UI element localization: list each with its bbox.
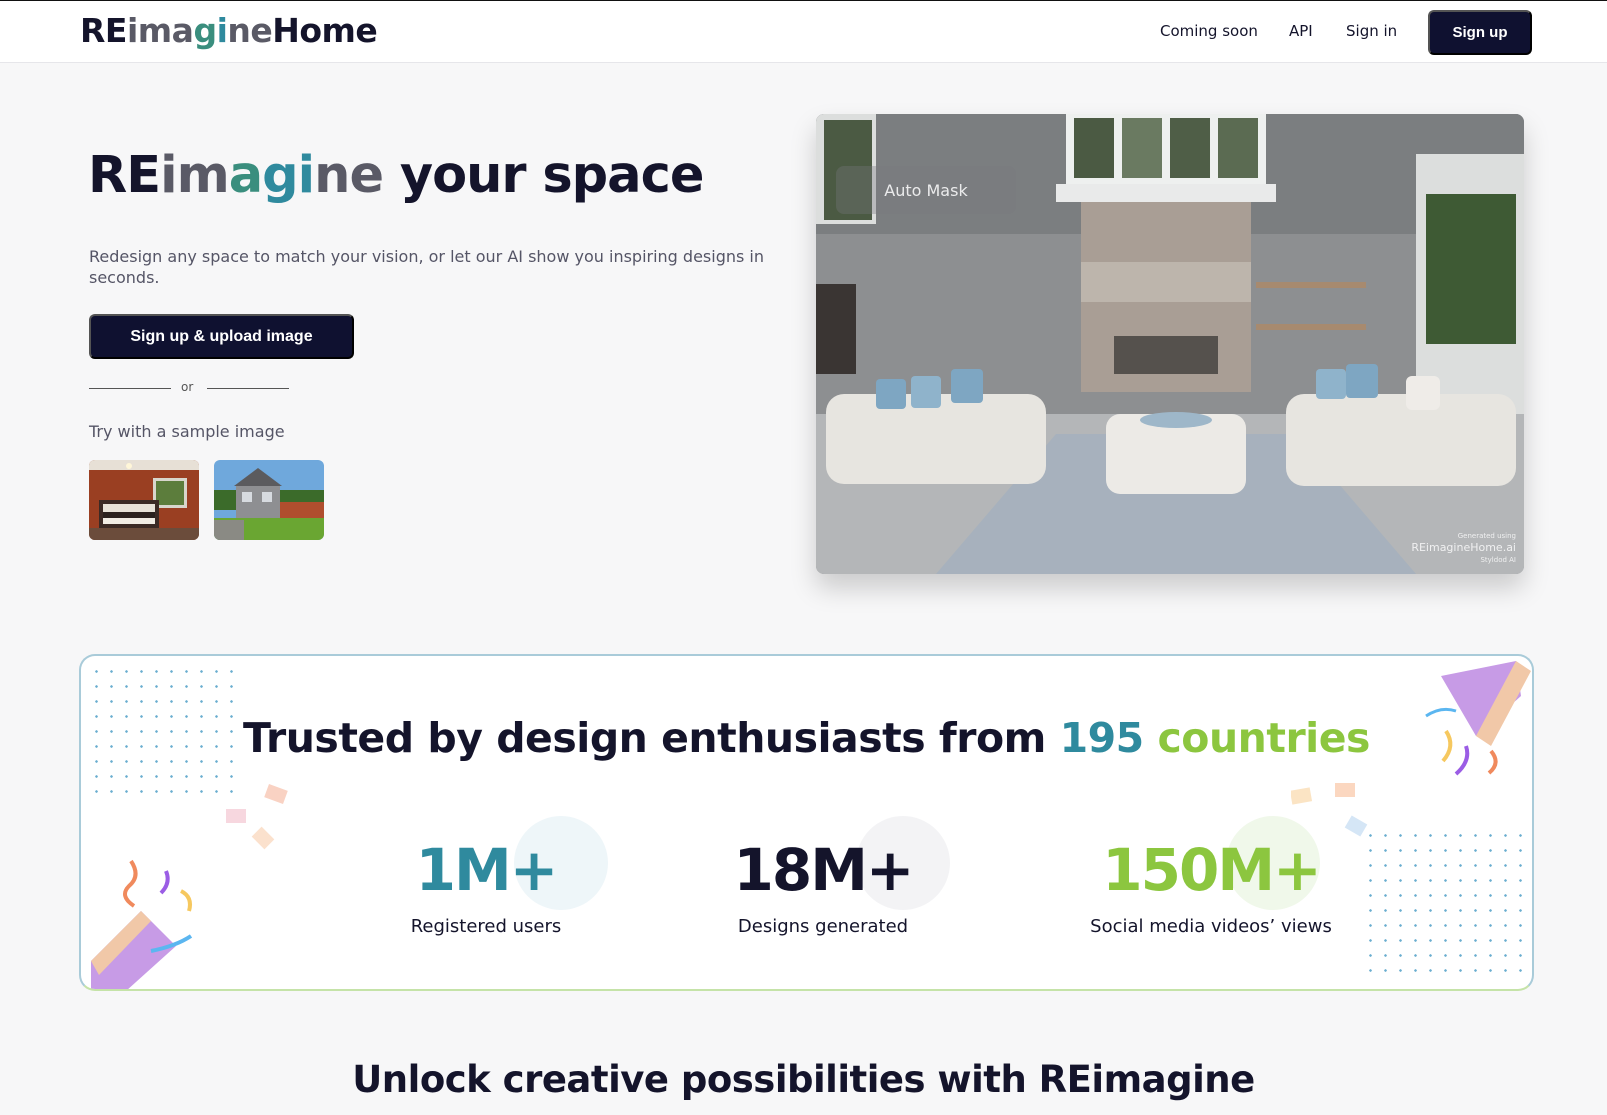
hero-title-part: im bbox=[160, 146, 230, 205]
trusted-stats-card: Trusted by design enthusiasts from 195 c… bbox=[79, 654, 1534, 991]
house-thumbnail-image bbox=[214, 460, 324, 540]
logo-part: ne bbox=[227, 11, 273, 50]
confetti-icon bbox=[226, 784, 288, 850]
trusted-title-text: Trusted by design enthusiasts from bbox=[243, 714, 1060, 762]
stat-label: Designs generated bbox=[737, 916, 909, 937]
trusted-title-number: 195 bbox=[1059, 714, 1145, 762]
stat-registered-users: 1M+ Registered users bbox=[336, 816, 636, 937]
hero-subtitle: Redesign any space to match your vision,… bbox=[89, 247, 765, 287]
stat-value: 1M+ bbox=[415, 836, 559, 904]
or-divider: or bbox=[89, 380, 289, 396]
hero-title-part: your space bbox=[383, 146, 705, 205]
nav-sign-in[interactable]: Sign in bbox=[1346, 22, 1397, 40]
logo-part: i bbox=[216, 11, 228, 50]
sample-image-bedroom[interactable] bbox=[89, 460, 199, 540]
dot-pattern bbox=[1363, 828, 1528, 978]
trusted-title-countries: countries bbox=[1143, 714, 1370, 762]
unlock-section-heading: Unlock creative possibilities with REima… bbox=[352, 1058, 1255, 1101]
image-watermark: Generated using REimagineHome.ai Styldod… bbox=[1411, 530, 1516, 566]
stat-label: Social media videos’ views bbox=[1090, 916, 1332, 937]
watermark-main-text: REimagineHome.ai bbox=[1411, 541, 1516, 554]
party-popper-icon bbox=[91, 859, 193, 989]
hero-title-part: RE bbox=[88, 146, 161, 205]
stat-designs-generated: 18M+ Designs generated bbox=[673, 816, 973, 937]
logo-part: a bbox=[171, 11, 194, 50]
logo-part: g bbox=[193, 11, 217, 50]
or-text: or bbox=[181, 380, 194, 394]
divider-line bbox=[89, 388, 171, 389]
stat-value: 150M+ bbox=[1102, 836, 1321, 904]
logo-part: Home bbox=[272, 11, 378, 50]
stat-label: Registered users bbox=[410, 916, 562, 937]
divider-line bbox=[207, 388, 289, 389]
sample-image-house[interactable] bbox=[214, 460, 324, 540]
hero-living-room-image: Auto Mask Generated using REimagineHome.… bbox=[816, 114, 1524, 574]
nav-coming-soon[interactable]: Coming soon bbox=[1160, 22, 1258, 40]
hero-title-part: ne bbox=[314, 146, 384, 205]
hero-title-part: i bbox=[297, 146, 316, 205]
bedroom-thumbnail-image bbox=[89, 460, 199, 540]
hero-title-part: g bbox=[262, 146, 299, 205]
logo-part: RE bbox=[80, 11, 127, 50]
hero-title-part: a bbox=[228, 146, 263, 205]
sample-image-label: Try with a sample image bbox=[89, 422, 285, 441]
logo-part: im bbox=[126, 11, 172, 50]
signup-upload-button[interactable]: Sign up & upload image bbox=[89, 314, 354, 359]
trusted-title: Trusted by design enthusiasts from 195 c… bbox=[81, 714, 1532, 762]
hero-title: REimagine your space bbox=[88, 146, 705, 205]
nav-api[interactable]: API bbox=[1289, 22, 1313, 40]
logo[interactable]: REimagineHome bbox=[80, 11, 378, 50]
stat-value: 18M+ bbox=[733, 836, 914, 904]
top-navbar: REimagineHome Coming soon API Sign in Si… bbox=[0, 0, 1607, 63]
watermark-sub-text: Styldod AI bbox=[1480, 556, 1516, 564]
stat-social-views: 150M+ Social media videos’ views bbox=[1046, 816, 1376, 937]
sign-up-button[interactable]: Sign up bbox=[1428, 10, 1532, 55]
auto-mask-label: Auto Mask bbox=[836, 166, 1016, 214]
